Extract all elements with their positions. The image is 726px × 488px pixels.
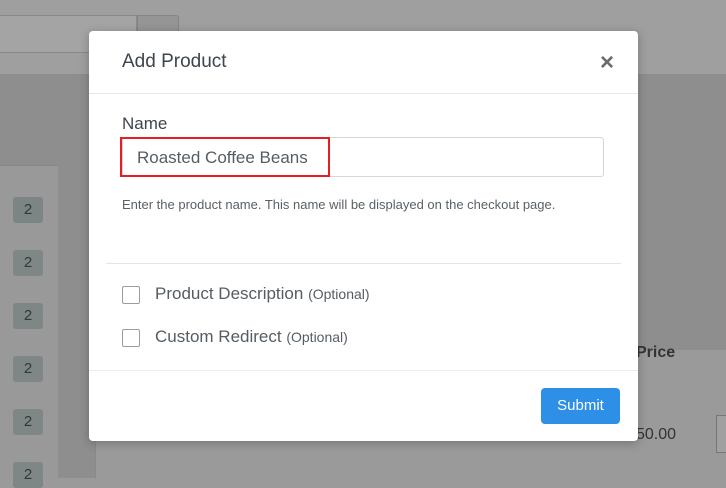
background-quantity-badge: 2 [13,250,43,276]
background-quantity-badge: 2 [13,409,43,435]
background-price-header: Price [636,344,676,361]
add-product-modal: Add Product × Name Roasted Coffee Beans … [89,31,638,441]
close-icon[interactable]: × [600,51,614,75]
name-label: Name [122,114,168,133]
name-help-text: Enter the product name. This name will b… [122,197,556,212]
product-description-label: Product Description (Optional) [155,284,370,303]
background-quantity-badge: 2 [13,462,43,488]
custom-redirect-checkbox[interactable] [122,329,140,347]
background-quantity-badge: 2 [13,197,43,223]
optional-tag: (Optional) [286,329,348,345]
product-description-checkbox[interactable] [122,286,140,304]
custom-redirect-label: Custom Redirect (Optional) [155,327,348,346]
submit-button[interactable]: Submit [541,388,620,424]
highlight-annotation-box [120,137,330,177]
background-edge-box [716,415,726,453]
modal-header: Add Product × [89,31,638,94]
background-price-value: 50.00 [636,426,677,443]
footer-divider [89,370,638,371]
section-divider [106,263,621,264]
background-quantity-badge: 2 [13,356,43,382]
modal-title: Add Product [122,51,227,72]
optional-tag: (Optional) [308,286,370,302]
background-quantity-badge: 2 [13,303,43,329]
